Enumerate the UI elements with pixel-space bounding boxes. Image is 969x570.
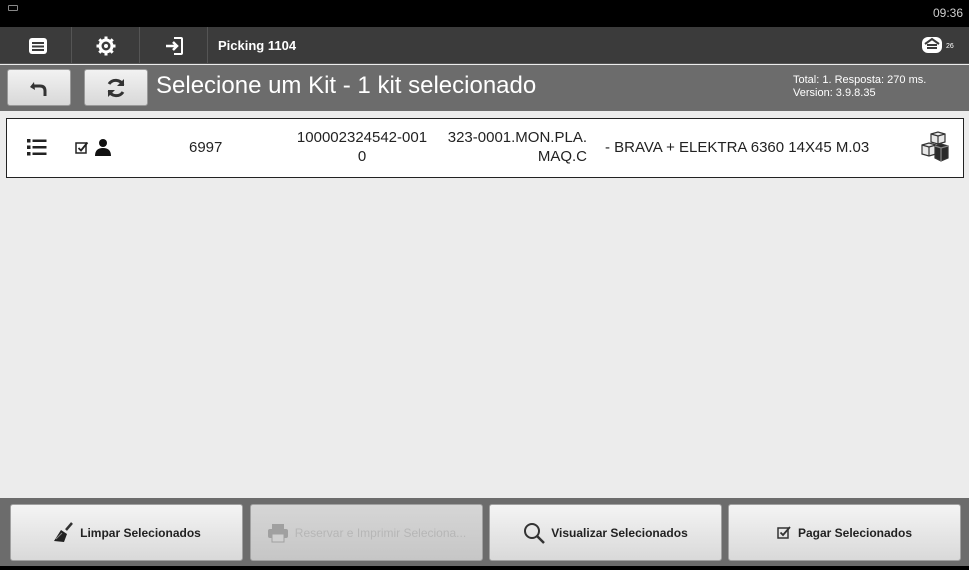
app-title: Picking 1104 [218,38,297,53]
refresh-icon [107,78,125,97]
response-stats: Total: 1. Resposta: 270 ms. [793,74,927,86]
kit-code: 6997 [189,139,223,156]
refresh-button[interactable] [84,69,148,106]
app-window: 09:36 Picking 1104 26 Selecione um Kit -… [0,0,969,570]
product-code: 323-0001.MON.PLA. MAQ.C [439,128,587,166]
settings-button[interactable] [72,27,140,64]
undo-icon [30,81,47,96]
page-header: Selecione um Kit - 1 kit selecionado Tot… [0,65,969,111]
version-label: Version: 3.9.8.35 [793,87,876,99]
product-description: - BRAVA + ELEKTRA 6360 14X45 M.03 [605,139,870,156]
details-list-icon[interactable] [27,138,47,161]
checkbox-checked-icon [777,525,792,540]
clock: 09:36 [932,6,963,20]
page-title: Selecione um Kit - 1 kit selecionado [156,72,537,99]
clear-selected-button[interactable]: Limpar Selecionados [10,504,243,561]
reserve-print-button[interactable]: Reservar e Imprimir Seleciona... [250,504,483,561]
keyboard-icon [8,5,18,11]
user-icon [94,138,112,161]
pay-selected-label: Pagar Selecionados [797,525,913,540]
reserve-print-label: Reservar e Imprimir Seleciona... [294,525,467,540]
gear-icon [96,36,115,55]
product-code-line2: MAQ.C [537,148,587,165]
pay-selected-button[interactable]: Pagar Selecionados [728,504,961,561]
checkbox-checked-icon[interactable] [75,141,89,160]
bottom-edge [0,566,969,570]
kit-list: 6997 100002324542-001 0 323-0001.MON.PLA… [0,111,969,498]
boxes-icon[interactable] [919,131,949,168]
response-info: Total: 1. Resposta: 270 ms. Version: 3.9… [793,74,926,100]
action-bar: Picking 1104 26 [0,27,969,64]
kit-reference-line1: 100002324542-001 [296,129,428,146]
back-button[interactable] [7,69,71,106]
sign-in-icon [165,36,183,55]
list-icon [28,37,47,54]
printer-icon [267,523,289,543]
kit-reference: 100002324542-001 0 [283,128,441,166]
envelope-icon [922,37,942,53]
status-bar: 09:36 [0,0,969,27]
magnifier-icon [523,522,546,544]
notification-count: 26 [946,42,954,50]
list-item[interactable]: 6997 100002324542-001 0 323-0001.MON.PLA… [6,118,964,178]
view-selected-button[interactable]: Visualizar Selecionados [489,504,722,561]
menu-button[interactable] [4,27,72,64]
notifications-button[interactable]: 26 [921,32,961,58]
view-selected-label: Visualizar Selecionados [551,525,688,540]
footer-toolbar: Limpar Selecionados Reservar e Imprimir … [0,498,969,570]
login-button[interactable] [140,27,208,64]
clear-selected-label: Limpar Selecionados [80,525,201,540]
broom-icon [52,521,74,544]
product-code-line1: 323-0001.MON.PLA. [447,129,587,146]
kit-reference-line2: 0 [357,148,367,165]
